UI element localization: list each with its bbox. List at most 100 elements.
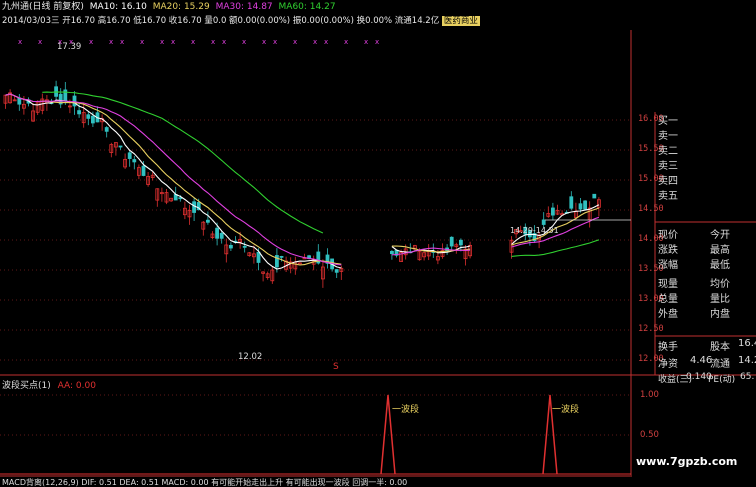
candle-body [118, 145, 123, 148]
footer-indicator-line: MACD背离(12,26,9) DIF: 0.51 DEA: 0.51 MACD… [2, 478, 408, 487]
marker-x: x [191, 38, 195, 46]
chart-header: 九州通(日线 前复权) MA10: 16.10 MA20: 15.29 MA30… [2, 2, 336, 13]
ma60-label: MA60: 14.27 [278, 2, 336, 12]
order-book-label: 卖二 [658, 146, 678, 157]
stat-value: 4.46 [690, 355, 713, 366]
marker-x: x [120, 38, 124, 46]
candle-body [592, 193, 597, 199]
order-book-label: 卖四 [658, 176, 678, 187]
price-tick: 15.50 [638, 144, 664, 154]
candle-body [178, 197, 183, 200]
marker-x: x [375, 38, 379, 46]
candle-body [72, 95, 77, 107]
marker-x: x [344, 38, 348, 46]
price-tick: 15.00 [638, 174, 664, 184]
stat-label: PE(动) [708, 375, 736, 385]
candle-body [205, 219, 210, 223]
stat-label: 股本 [710, 342, 730, 353]
quote-label: 均价 [710, 279, 730, 290]
sell-marker: S [333, 362, 339, 372]
candle-body [132, 159, 137, 163]
quote-label: 总量 [658, 294, 678, 305]
candle-body [242, 245, 247, 248]
sector-label[interactable]: 医药商业 [441, 16, 480, 26]
stock-title: 九州通(日线 前复权) [2, 2, 84, 12]
indicator-value: AA: 0.00 [57, 381, 96, 391]
high-price-label: 17.39 [57, 42, 82, 52]
candle-body [228, 244, 233, 249]
marker-x: x [171, 38, 175, 46]
stat-value: 14.2 [738, 355, 756, 366]
price-tick: 12.00 [638, 354, 664, 364]
candle-body [569, 196, 574, 209]
marker-x: x [364, 38, 368, 46]
marker-x: x [18, 38, 22, 46]
candle-body [141, 165, 146, 176]
watermark: www.7gpzb.com [636, 455, 738, 468]
candle-body [256, 251, 261, 263]
signal-label-2: 一波段 [552, 405, 580, 415]
price-tick: 16.00 [638, 114, 664, 124]
range-label: 14.29-14.31 [510, 226, 559, 235]
candle-body [215, 227, 220, 239]
candle-body [334, 269, 339, 273]
price-tick: 13.50 [638, 264, 664, 274]
quote-label: 现价 [658, 230, 678, 241]
quote-label: 量比 [710, 294, 730, 305]
indicator-header: 波段买点(1) AA: 0.00 [2, 378, 96, 391]
candle-body [17, 97, 22, 105]
stat-label: 流通 [710, 359, 730, 370]
marker-x: x [222, 38, 226, 46]
candle-body [127, 152, 132, 159]
quote-label: 今开 [710, 230, 730, 241]
candle-body [91, 115, 95, 124]
order-book-label: 买一 [658, 116, 678, 127]
quote-label: 涨跌 [658, 245, 678, 256]
order-book-label: 卖一 [658, 131, 678, 142]
marker-x: x [242, 38, 246, 46]
candle-body [449, 236, 454, 247]
candle-body [77, 110, 81, 115]
marker-x: x [38, 38, 42, 46]
candle-body [219, 232, 224, 239]
marker-x: x [140, 38, 144, 46]
stat-value: 16.4 [738, 338, 756, 349]
candle-body [458, 239, 463, 246]
marker-x: x [273, 38, 277, 46]
order-book-label: 卖三 [658, 161, 678, 172]
candle-body [389, 250, 394, 255]
stat-label: 换手 [658, 342, 678, 353]
candle-body [86, 114, 91, 119]
quote-label: 现量 [658, 279, 678, 290]
stat-value: 65. [740, 372, 755, 382]
candle-body [192, 201, 197, 213]
candle-body [551, 207, 555, 216]
candle-body [583, 200, 587, 210]
quote-label: 最低 [710, 260, 730, 271]
quote-label: 涨幅 [658, 260, 678, 271]
ma10-label: MA10: 16.10 [89, 2, 147, 12]
order-book-label: 卖五 [658, 191, 678, 202]
candle-body [104, 127, 109, 132]
candle-body [279, 255, 284, 258]
marker-x: x [89, 38, 93, 46]
indicator-axis-top: 1.00 [640, 390, 659, 400]
price-tick: 14.50 [638, 204, 664, 214]
ma20-label: MA20: 15.29 [152, 2, 210, 12]
indicator-axis-mid: 0.50 [640, 430, 659, 440]
marker-x: x [109, 38, 113, 46]
ma30-label: MA30: 14.87 [215, 2, 273, 12]
price-tick: 12.50 [638, 324, 664, 334]
marker-x: x [160, 38, 164, 46]
candle-body [541, 219, 546, 225]
marker-x: x [293, 38, 297, 46]
marker-x: x [211, 38, 215, 46]
quote-label: 内盘 [710, 309, 730, 320]
stat-label: 净资 [658, 359, 678, 370]
quote-label: 外盘 [658, 309, 678, 320]
price-tick: 13.00 [638, 294, 664, 304]
marker-x: x [262, 38, 266, 46]
quote-line-text: 2014/03/03三 开16.70 高16.70 低16.70 收16.70 … [2, 16, 440, 26]
low-price-label: 12.02 [238, 352, 263, 362]
marker-x: x [313, 38, 317, 46]
